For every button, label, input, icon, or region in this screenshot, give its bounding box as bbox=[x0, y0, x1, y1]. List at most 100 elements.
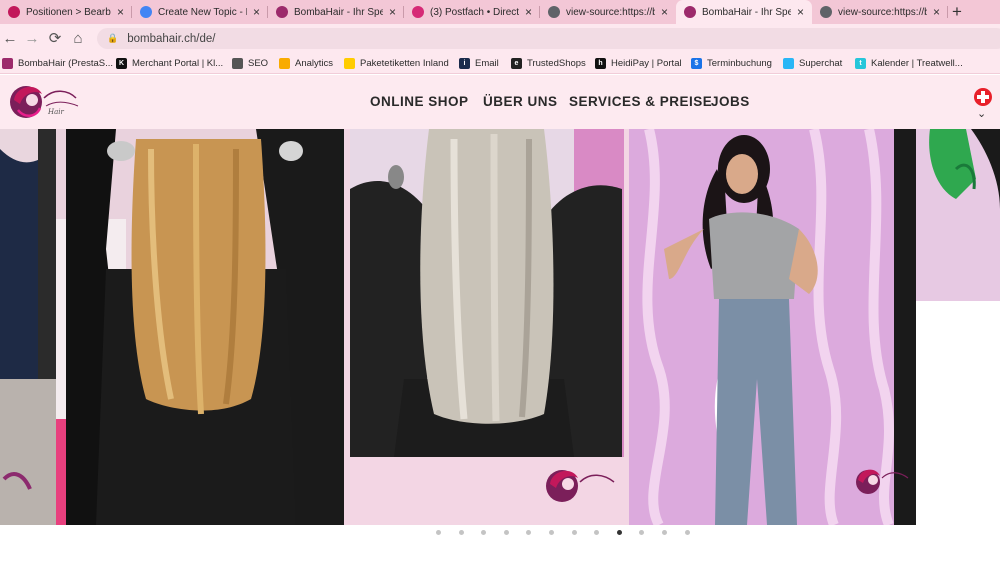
bookmark-label: Terminbuchung bbox=[707, 57, 772, 69]
home-icon[interactable]: ⌂ bbox=[68, 28, 88, 48]
swiss-flag-icon[interactable] bbox=[974, 88, 992, 106]
bookmark-label: Paketetiketten Inland bbox=[360, 57, 449, 69]
bookmark-item[interactable]: i Email bbox=[459, 55, 499, 71]
bookmark-label: Merchant Portal | Kl... bbox=[132, 57, 224, 69]
browser-tab[interactable]: view-source:https://b × bbox=[540, 0, 676, 24]
tab-separator bbox=[947, 6, 948, 18]
browser-tab[interactable]: (3) Postfach • Direct × bbox=[404, 0, 540, 24]
browser-tab-title: Positionen > Bearbeiten bbox=[26, 6, 111, 18]
slider-dot[interactable] bbox=[639, 530, 645, 535]
close-tab-icon[interactable]: × bbox=[525, 5, 532, 19]
close-tab-icon[interactable]: × bbox=[389, 5, 396, 19]
nav-online-shop[interactable]: ONLINE SHOP bbox=[370, 94, 469, 109]
forward-icon[interactable]: → bbox=[22, 28, 42, 48]
presta-icon bbox=[8, 6, 20, 18]
bookmark-label: BombaHair (PrestaS... bbox=[18, 57, 114, 69]
instagram-icon bbox=[412, 6, 424, 18]
bookmark-item[interactable]: BombaHair (PrestaS... bbox=[2, 55, 113, 71]
bombahair-icon bbox=[684, 6, 696, 18]
slider-dot[interactable] bbox=[594, 530, 600, 535]
bookmark-item[interactable]: h HeidiPay | Portal bbox=[595, 55, 682, 71]
browser-tab[interactable]: BombaHair - Ihr Spez × bbox=[268, 0, 404, 24]
bookmark-label: HeidiPay | Portal bbox=[611, 57, 682, 69]
browser-tab-title: (3) Postfach • Direct bbox=[430, 6, 519, 18]
browser-tab-title: BombaHair - Ihr Spez bbox=[702, 6, 791, 18]
globe-icon bbox=[548, 6, 560, 18]
browser-tab-title: BombaHair - Ihr Spez bbox=[294, 6, 383, 18]
slide-image-model-pink-room bbox=[629, 129, 916, 525]
bookmark-item[interactable]: $ Terminbuchung bbox=[691, 55, 772, 71]
slider-dot[interactable] bbox=[481, 530, 487, 535]
address-bar-url: bombahair.ch/de/ bbox=[127, 32, 216, 45]
trustedshops-icon: e bbox=[511, 57, 522, 69]
bookmark-item[interactable]: K Merchant Portal | Kl... bbox=[116, 55, 223, 71]
browser-tab[interactable]: Positionen > Bearbeiten × bbox=[0, 0, 132, 24]
browser-tab-bar: Positionen > Bearbeiten×Create New Topic… bbox=[0, 0, 1000, 24]
reload-icon[interactable]: ⟳ bbox=[45, 28, 65, 48]
slider-dot[interactable] bbox=[616, 530, 622, 535]
browser-tab[interactable]: view-source:https://b × bbox=[812, 0, 948, 24]
slider-dot[interactable] bbox=[549, 530, 554, 535]
slider-pagination bbox=[0, 530, 1000, 540]
treatwell-icon: t bbox=[855, 57, 866, 69]
close-tab-icon[interactable]: × bbox=[117, 5, 124, 19]
browser-tab-title: view-source:https://b bbox=[838, 6, 927, 18]
browser-tab-title: Create New Topic - Pr bbox=[158, 6, 247, 18]
bookmark-label: Superchat bbox=[799, 57, 843, 69]
address-bar[interactable]: 🔒 bombahair.ch/de/ bbox=[97, 28, 1000, 49]
slider-dot[interactable] bbox=[526, 530, 532, 535]
post-icon bbox=[344, 57, 355, 69]
slider-dot[interactable] bbox=[436, 530, 441, 535]
bookmark-label: SEO bbox=[248, 57, 269, 69]
bombahair-icon bbox=[276, 6, 288, 18]
bookmarks-bar: BombaHair (PrestaS... K Merchant Portal | … bbox=[0, 52, 1000, 74]
site-header: Hair ONLINE SHOP ÜBER UNS SERVICES & PRE… bbox=[0, 75, 1000, 129]
termin-icon: $ bbox=[691, 57, 702, 69]
bookmark-item[interactable]: Analytics bbox=[279, 55, 333, 71]
globe-icon bbox=[820, 6, 832, 18]
slider-dot[interactable] bbox=[684, 530, 690, 535]
heidipay-icon: h bbox=[595, 57, 606, 69]
browser-tab[interactable]: Create New Topic - Pr × bbox=[132, 0, 268, 24]
analytics-icon bbox=[279, 57, 290, 69]
superchat-icon bbox=[783, 57, 794, 69]
slide-image-salon-left bbox=[0, 129, 56, 525]
browser-tab[interactable]: BombaHair - Ihr Spez × bbox=[676, 0, 812, 24]
bombahair-icon bbox=[2, 57, 13, 69]
nav-services-preise[interactable]: SERVICES & PREISE bbox=[569, 94, 712, 109]
klarna-icon: K bbox=[116, 57, 127, 69]
close-tab-icon[interactable]: × bbox=[661, 5, 668, 19]
slider-dot[interactable] bbox=[571, 530, 577, 535]
bookmark-label: Kalender | Treatwell... bbox=[871, 57, 963, 69]
slider-dot[interactable] bbox=[662, 530, 667, 535]
new-tab-button[interactable]: + bbox=[952, 2, 962, 22]
browser-toolbar: ← → ⟳ ⌂ 🔒 bombahair.ch/de/ bbox=[0, 24, 1000, 52]
browser-tab-title: view-source:https://b bbox=[566, 6, 655, 18]
slide-image-blonde-extensions bbox=[56, 129, 344, 525]
bookmark-item[interactable]: SEO bbox=[232, 55, 268, 71]
lock-icon: 🔒 bbox=[107, 33, 119, 43]
close-tab-icon[interactable]: × bbox=[253, 5, 260, 19]
bookmark-label: Email bbox=[475, 57, 499, 69]
hero-image-slider[interactable] bbox=[0, 129, 1000, 525]
email-icon: i bbox=[459, 57, 470, 69]
slider-dot[interactable] bbox=[503, 530, 509, 535]
bookmark-item[interactable]: Paketetiketten Inland bbox=[344, 55, 449, 71]
bookmark-label: TrustedShops bbox=[527, 57, 586, 69]
main-nav: ONLINE SHOP ÜBER UNS SERVICES & PREISE J… bbox=[0, 75, 1000, 129]
slide-image-green-top bbox=[916, 129, 1000, 301]
bookmark-item[interactable]: Superchat bbox=[783, 55, 842, 71]
chrome-icon bbox=[140, 6, 152, 18]
slider-dot[interactable] bbox=[458, 530, 464, 535]
slide-image-platinum-extensions bbox=[344, 129, 629, 525]
close-tab-icon[interactable]: × bbox=[933, 5, 940, 19]
seo-icon bbox=[232, 57, 243, 69]
back-icon[interactable]: ← bbox=[0, 28, 20, 48]
nav-jobs[interactable]: JOBS bbox=[711, 94, 750, 109]
close-tab-icon[interactable]: × bbox=[797, 5, 804, 19]
chevron-down-icon[interactable]: ⌄ bbox=[977, 107, 986, 120]
nav-ueber-uns[interactable]: ÜBER UNS bbox=[483, 94, 558, 109]
bookmark-label: Analytics bbox=[295, 57, 334, 69]
bookmark-item[interactable]: e TrustedShops bbox=[511, 55, 586, 71]
bookmark-item[interactable]: t Kalender | Treatwell... bbox=[855, 55, 963, 71]
